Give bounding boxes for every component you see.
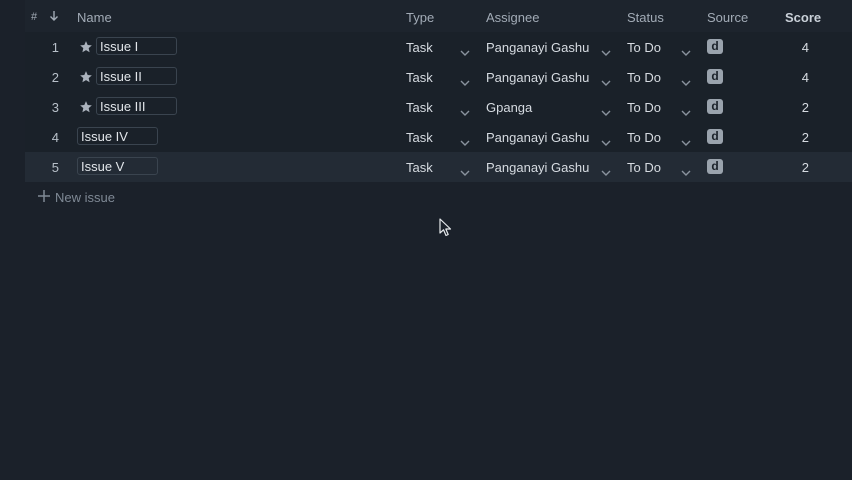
table-row[interactable]: 4 Issue IV Task Panganayi Gashu To Do d … [25,122,852,152]
column-header-score[interactable]: Score [785,10,821,25]
type-dropdown[interactable]: Task [406,100,433,115]
chevron-down-icon[interactable] [681,164,691,176]
star-icon[interactable] [79,70,93,84]
table-row[interactable]: 2 Issue II Task Panganayi Gashu To Do d … [25,62,852,92]
type-dropdown[interactable]: Task [406,160,433,175]
chevron-down-icon[interactable] [681,44,691,56]
row-number: 4 [51,130,59,145]
star-icon[interactable] [79,100,93,114]
table-row[interactable]: 3 Issue III Task Gpanga To Do d 2 [25,92,852,122]
issue-name-field[interactable]: Issue III [96,97,177,115]
chevron-down-icon[interactable] [601,74,611,86]
chevron-down-icon[interactable] [601,44,611,56]
new-issue-button[interactable]: New issue [38,190,115,205]
score-value: 2 [801,130,809,145]
source-badge-icon[interactable]: d [707,129,723,144]
chevron-down-icon[interactable] [681,104,691,116]
sort-arrow-down-icon[interactable] [49,10,59,25]
chevron-down-icon[interactable] [681,134,691,146]
status-dropdown[interactable]: To Do [627,40,661,55]
type-dropdown[interactable]: Task [406,130,433,145]
star-icon[interactable] [79,40,93,54]
chevron-down-icon[interactable] [460,134,470,146]
column-header-assignee[interactable]: Assignee [486,10,539,25]
score-value: 2 [801,100,809,115]
chevron-down-icon[interactable] [601,104,611,116]
assignee-dropdown[interactable]: Panganayi Gashu [486,70,589,85]
assignee-dropdown[interactable]: Panganayi Gashu [486,40,589,55]
status-dropdown[interactable]: To Do [627,70,661,85]
source-badge-icon[interactable]: d [707,69,723,84]
assignee-dropdown[interactable]: Panganayi Gashu [486,160,589,175]
chevron-down-icon[interactable] [681,74,691,86]
table-row[interactable]: 1 Issue I Task Panganayi Gashu To Do d 4 [25,32,852,62]
row-number: 1 [51,40,59,55]
status-dropdown[interactable]: To Do [627,100,661,115]
assignee-dropdown[interactable]: Gpanga [486,100,532,115]
chevron-down-icon[interactable] [601,164,611,176]
source-badge-icon[interactable]: d [707,39,723,54]
score-value: 4 [801,70,809,85]
score-value: 2 [801,160,809,175]
type-dropdown[interactable]: Task [406,40,433,55]
chevron-down-icon[interactable] [460,164,470,176]
issue-name-field[interactable]: Issue IV [77,127,158,145]
assignee-dropdown[interactable]: Panganayi Gashu [486,130,589,145]
status-dropdown[interactable]: To Do [627,160,661,175]
column-header-name[interactable]: Name [77,10,112,25]
issue-name-field[interactable]: Issue V [77,157,158,175]
table-row[interactable]: 5 Issue V Task Panganayi Gashu To Do d 2 [25,152,852,182]
column-header-number[interactable]: # [31,11,37,23]
table-header: # Name Type Assignee Status Source Score [25,0,852,32]
source-badge-icon[interactable]: d [707,99,723,114]
row-number: 3 [51,100,59,115]
chevron-down-icon[interactable] [601,134,611,146]
score-value: 4 [801,40,809,55]
column-header-source[interactable]: Source [707,10,748,25]
source-badge-icon[interactable]: d [707,159,723,174]
status-dropdown[interactable]: To Do [627,130,661,145]
chevron-down-icon[interactable] [460,74,470,86]
new-issue-label: New issue [55,190,115,205]
column-header-status[interactable]: Status [627,10,664,25]
issue-name-field[interactable]: Issue II [96,67,177,85]
type-dropdown[interactable]: Task [406,70,433,85]
row-number: 5 [51,160,59,175]
mouse-cursor-icon [439,218,453,238]
chevron-down-icon[interactable] [460,104,470,116]
table-body: 1 Issue I Task Panganayi Gashu To Do d 4… [25,32,852,182]
chevron-down-icon[interactable] [460,44,470,56]
issue-name-field[interactable]: Issue I [96,37,177,55]
issues-table: # Name Type Assignee Status Source Score… [25,0,852,182]
row-number: 2 [51,70,59,85]
plus-icon [38,190,50,205]
column-header-type[interactable]: Type [406,10,434,25]
